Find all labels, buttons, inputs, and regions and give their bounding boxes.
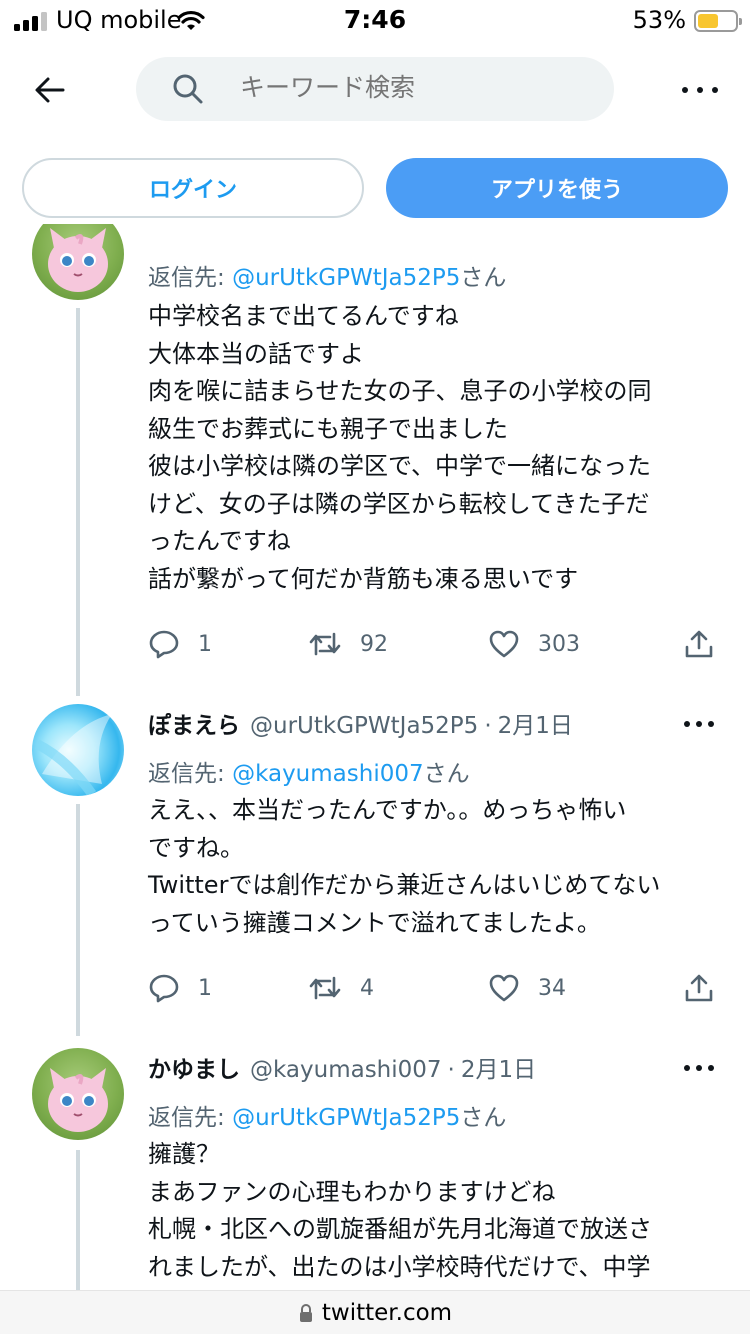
share-button[interactable] — [684, 624, 732, 664]
retweet-count: 92 — [360, 631, 388, 657]
tweet-header: ぽまえら @urUtkGPWtJa52P5 · 2月1日 — [148, 706, 573, 740]
arrow-left-icon — [35, 77, 65, 103]
lock-icon — [299, 1303, 312, 1322]
tweet-more-button[interactable] — [684, 1065, 714, 1071]
retweet-icon — [309, 632, 341, 656]
tweet[interactable]: 返信先: @urUtkGPWtJa52P5さん 中学校名まで出てるんですね 大体… — [0, 224, 750, 700]
browser-url-bar[interactable]: twitter.com — [0, 1290, 750, 1334]
tweet-actions: 1 4 34 — [148, 968, 718, 1008]
reply-icon — [149, 974, 179, 1003]
back-button[interactable] — [24, 68, 76, 112]
search-icon — [173, 74, 203, 104]
share-icon — [685, 974, 713, 1002]
separator: · — [447, 1057, 455, 1083]
search-box[interactable] — [136, 57, 614, 121]
battery-icon — [694, 10, 742, 32]
more-dot-icon — [682, 87, 688, 93]
user-handle[interactable]: @urUtkGPWtJa52P5 — [250, 713, 478, 739]
use-app-button[interactable]: アプリを使う — [386, 158, 728, 218]
separator: · — [484, 713, 492, 739]
reply-to: 返信先: @urUtkGPWtJa52P5さん — [148, 1105, 507, 1131]
tweet[interactable]: ぽまえら @urUtkGPWtJa52P5 · 2月1日 返信先: @kayum… — [0, 700, 750, 1040]
tweet[interactable]: かゆまし @kayumashi007 · 2月1日 返信先: @urUtkGPW… — [0, 1040, 750, 1290]
reply-count: 1 — [198, 975, 212, 1001]
timeline[interactable]: 返信先: @urUtkGPWtJa52P5さん 中学校名まで出てるんですね 大体… — [0, 224, 750, 1290]
reply-mention-link[interactable]: @kayumashi007 — [232, 761, 424, 787]
tweet-header: かゆまし @kayumashi007 · 2月1日 — [148, 1050, 536, 1084]
reply-button[interactable]: 1 — [148, 624, 212, 664]
retweet-icon — [309, 976, 341, 1000]
tweet-more-button[interactable] — [684, 721, 714, 727]
user-handle[interactable]: @kayumashi007 — [250, 1057, 442, 1083]
heart-icon — [489, 630, 519, 658]
reply-count: 1 — [198, 631, 212, 657]
share-icon — [685, 630, 713, 658]
display-name[interactable]: ぽまえら — [148, 706, 240, 740]
display-name[interactable]: かゆまし — [148, 1050, 240, 1084]
avatar[interactable] — [32, 224, 124, 300]
jigglypuff-avatar-icon — [48, 1068, 108, 1132]
like-count: 34 — [538, 975, 566, 1001]
retweet-count: 4 — [360, 975, 374, 1001]
thread-line — [76, 308, 80, 696]
tweet-actions: 1 92 303 — [148, 624, 718, 664]
reply-to: 返信先: @urUtkGPWtJa52P5さん — [148, 265, 507, 291]
status-bar: UQ mobile 7:46 53% — [0, 0, 750, 42]
url-text: twitter.com — [321, 1299, 453, 1326]
like-count: 303 — [538, 631, 580, 657]
heart-icon — [489, 974, 519, 1002]
abstract-avatar-icon — [34, 714, 112, 796]
reply-mention-link[interactable]: @urUtkGPWtJa52P5 — [232, 265, 460, 291]
retweet-button[interactable]: 4 — [308, 968, 374, 1008]
like-button[interactable]: 34 — [488, 968, 566, 1008]
tweet-date[interactable]: 2月1日 — [498, 706, 573, 740]
tweet-text: 擁護？ まあファンの心理もわかりますけどね 札幌・北区への凱旋番組が先月北海道で… — [148, 1140, 652, 1281]
tweet-text: 中学校名まで出てるんですね 大体本当の話ですよ 肉を喉に詰まらせた女の子、息子の… — [148, 302, 652, 593]
battery-level-fill — [698, 14, 718, 28]
avatar[interactable] — [32, 704, 124, 796]
thread-line — [76, 804, 80, 1036]
battery-percent: 53% — [632, 6, 686, 34]
login-button[interactable]: ログイン — [22, 158, 364, 218]
share-button[interactable] — [684, 968, 732, 1008]
retweet-button[interactable]: 92 — [308, 624, 388, 664]
like-button[interactable]: 303 — [488, 624, 580, 664]
more-options-button[interactable] — [682, 82, 718, 98]
thread-line — [76, 1150, 80, 1290]
avatar[interactable] — [32, 1048, 124, 1140]
tweet-date[interactable]: 2月1日 — [461, 1050, 536, 1084]
top-header — [0, 42, 750, 140]
reply-mention-link[interactable]: @urUtkGPWtJa52P5 — [232, 1105, 460, 1131]
reply-to: 返信先: @kayumashi007さん — [148, 761, 470, 787]
reply-icon — [149, 630, 179, 659]
reply-button[interactable]: 1 — [148, 968, 212, 1008]
tweet-text: ええ、、本当だったんですか。。めっちゃ怖い ですね。 Twitterでは創作だか… — [148, 796, 661, 937]
search-input[interactable] — [240, 73, 580, 102]
jigglypuff-avatar-icon — [48, 228, 108, 292]
